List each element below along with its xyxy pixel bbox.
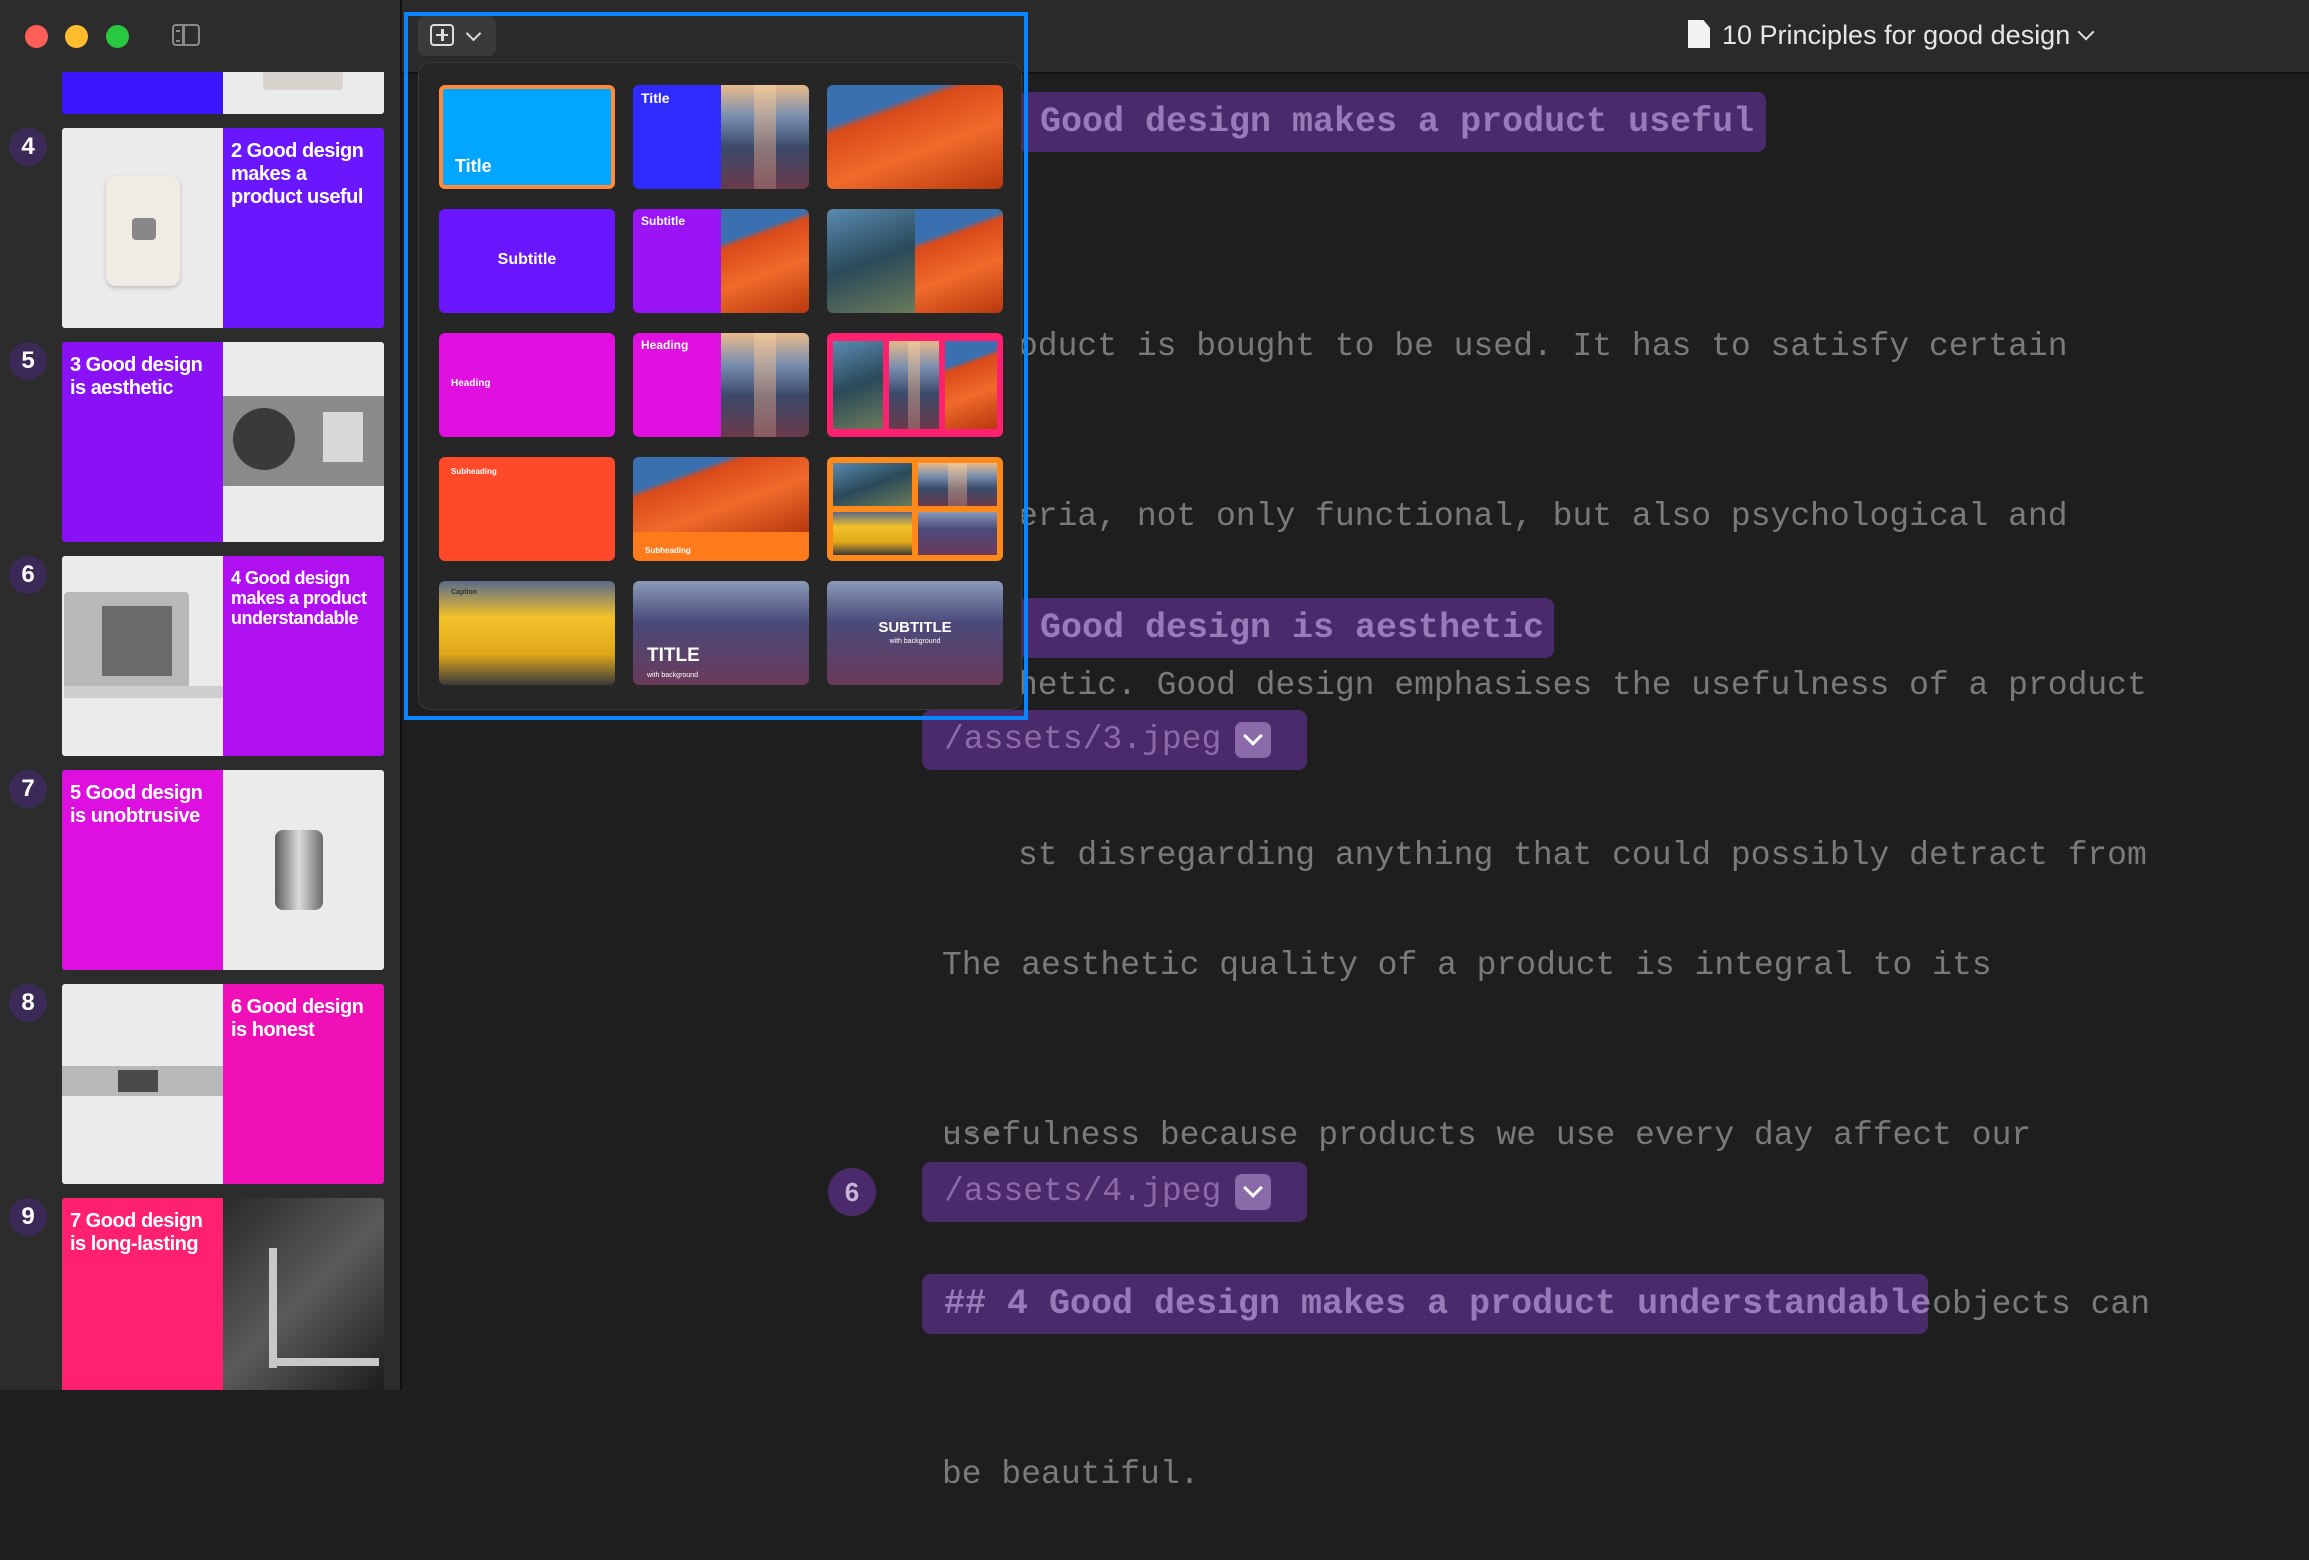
sidebar-toggle-icon[interactable] <box>172 24 200 46</box>
layout-label: Subtitle <box>497 251 557 268</box>
paragraph-line: The aesthetic quality of a product is in… <box>942 947 1992 984</box>
document-title[interactable]: 10 Principles for good design <box>1722 20 2070 51</box>
layout-title-image[interactable]: Title <box>633 85 809 189</box>
zoom-window-button[interactable] <box>106 25 129 48</box>
slide-row-8[interactable]: 8 6 Good design is honest <box>0 984 400 1188</box>
layout-label: Subheading <box>451 467 497 476</box>
minimize-window-button[interactable] <box>65 25 88 48</box>
layout-heading-image[interactable]: Heading <box>633 333 809 437</box>
layout-label: TITLE <box>647 645 700 666</box>
slide-thumbnail[interactable]: 7 Good design is long-lasting <box>62 1198 384 1390</box>
heading-understandable: ## 4 Good design makes a product underst… <box>922 1274 1931 1334</box>
layout-subheading-image[interactable]: Subheading <box>633 457 809 561</box>
asset-path: /assets/3.jpeg <box>944 721 1222 758</box>
slide-title: 2 Good design makes a product useful <box>223 128 384 328</box>
slide-row-4[interactable]: 4 2 Good design makes a product useful <box>0 128 400 332</box>
slide-row-6[interactable]: 6 4 Good design makes a product understa… <box>0 556 400 760</box>
slide-number: 9 <box>9 1198 47 1236</box>
layout-image-full[interactable] <box>827 85 1003 189</box>
slide-separator: --- <box>942 1114 1002 1151</box>
slide-row-5[interactable]: 5 3 Good design is aesthetic <box>0 342 400 546</box>
window-titlebar-left <box>0 0 400 72</box>
heading-useful: Good design makes a product useful <box>1018 92 1766 152</box>
layout-picker-popover: Title Title Subtitle Subtitle Heading He… <box>418 62 1022 710</box>
layout-sublabel: with background <box>889 638 941 645</box>
layout-title[interactable]: Title <box>439 85 615 189</box>
layout-heading[interactable]: Heading <box>439 333 615 437</box>
slide-image <box>223 342 384 542</box>
plus-icon <box>430 24 454 46</box>
chevron-down-icon[interactable] <box>1235 722 1271 758</box>
slide-thumbnail[interactable]: 5 Good design is unobtrusive <box>62 770 384 970</box>
asset-path: /assets/4.jpeg <box>944 1173 1222 1210</box>
paragraph-line: usefulness because products we use every… <box>942 1116 2032 1154</box>
slide-number: 5 <box>9 342 47 380</box>
layout-subtitle-background[interactable]: SUBTITLE with background <box>827 581 1003 685</box>
paragraph-line: be beautiful. <box>942 1455 1200 1493</box>
heading-aesthetic: Good design is aesthetic <box>1018 598 1554 658</box>
layout-label: Subtitle <box>641 214 685 228</box>
layout-two-images[interactable] <box>827 209 1003 313</box>
slide-number: 7 <box>9 770 47 808</box>
slide-title: 6 Good design is honest <box>223 984 384 1184</box>
slide-image <box>223 1198 384 1390</box>
layout-label: Title <box>641 90 670 106</box>
layout-subtitle-image[interactable]: Subtitle <box>633 209 809 313</box>
slide-number: 6 <box>9 556 47 594</box>
layout-three-images[interactable] <box>827 333 1003 437</box>
slide-row-9[interactable]: 9 7 Good design is long-lasting <box>0 1198 400 1390</box>
slide-image <box>62 556 224 756</box>
slide-title: 4 Good design makes a product understand… <box>223 556 384 756</box>
layout-label: Heading <box>451 378 491 389</box>
slide-title: 7 Good design is long-lasting <box>62 1198 223 1390</box>
slide-image <box>223 770 384 970</box>
slide-thumbnail[interactable]: 3 Good design is aesthetic <box>62 342 384 542</box>
slide-thumbnail[interactable]: 4 Good design makes a product understand… <box>62 556 384 756</box>
layout-label: Title <box>455 156 492 176</box>
chevron-down-icon[interactable] <box>1235 1174 1271 1210</box>
slide-image <box>62 984 223 1184</box>
add-slide-button[interactable] <box>418 16 496 56</box>
layout-title-background[interactable]: TITLE with background <box>633 581 809 685</box>
layout-subtitle[interactable]: Subtitle <box>439 209 615 313</box>
paragraph-line: eria, not only functional, but also psyc… <box>1018 497 2068 535</box>
slide-sidebar: 4 2 Good design makes a product useful 5… <box>0 0 402 1390</box>
slide-image <box>62 128 223 328</box>
slide-row-7[interactable]: 7 5 Good design is unobtrusive <box>0 770 400 974</box>
chevron-down-icon <box>465 25 482 42</box>
layout-four-images[interactable] <box>827 457 1003 561</box>
slide-number: 4 <box>9 128 47 166</box>
slide-thumbnail[interactable]: 2 Good design makes a product useful <box>62 128 384 328</box>
layout-label: SUBTITLE <box>878 619 952 636</box>
close-window-button[interactable] <box>25 25 48 48</box>
asset-chip-4[interactable]: /assets/4.jpeg <box>922 1162 1307 1222</box>
paragraph-line: oduct is bought to be used. It has to sa… <box>1018 328 2068 365</box>
layout-label: Caption <box>451 589 478 596</box>
slide-number: 8 <box>9 984 47 1022</box>
document-icon <box>1688 20 1710 48</box>
layout-subheading[interactable]: Subheading <box>439 457 615 561</box>
layout-sublabel: with background <box>647 672 698 679</box>
slide-number-badge[interactable]: 6 <box>828 1168 876 1216</box>
slide-title: 3 Good design is aesthetic <box>62 342 223 542</box>
paragraph-line: hetic. Good design emphasises the useful… <box>1018 667 2147 704</box>
layout-label: Subheading <box>645 546 691 555</box>
layout-caption[interactable]: Caption <box>439 581 615 685</box>
layout-label: Heading <box>641 338 689 352</box>
slide-thumbnail[interactable]: 6 Good design is honest <box>62 984 384 1184</box>
slide-title: 5 Good design is unobtrusive <box>62 770 223 970</box>
